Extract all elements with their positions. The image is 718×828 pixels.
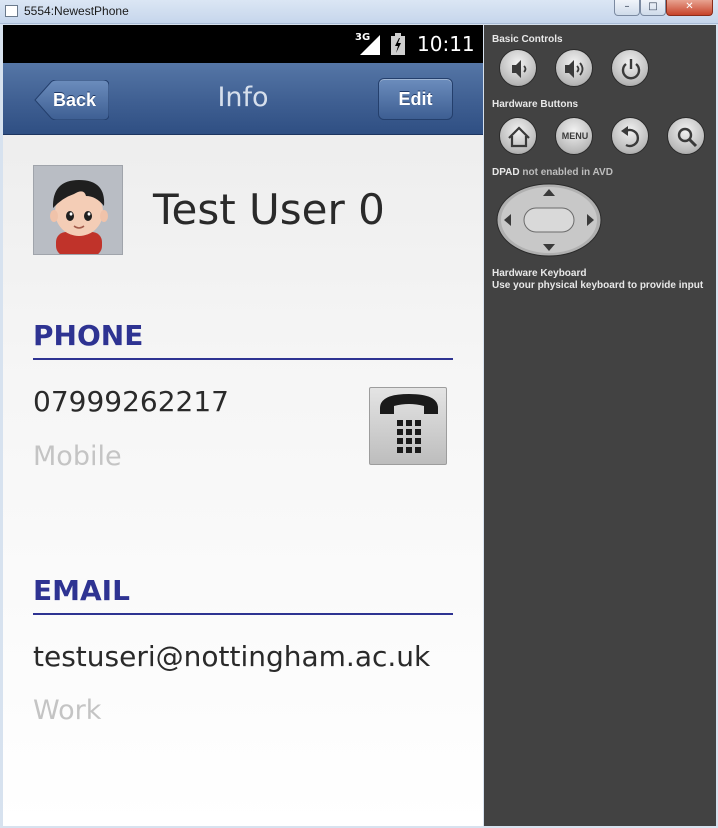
power-button[interactable] [611, 49, 649, 87]
email-section-header: EMAIL [33, 574, 453, 615]
volume-up-icon [565, 60, 584, 78]
volume-down-icon [512, 60, 527, 78]
signal-icon [360, 35, 380, 55]
telephone-keypad-icon [380, 394, 438, 453]
phone-section-header: PHONE [33, 319, 453, 360]
home-button[interactable] [499, 117, 537, 155]
minimize-button[interactable]: – [614, 0, 640, 16]
status-time: 10:11 [417, 32, 475, 56]
status-bar: 3G 10:11 [3, 25, 483, 63]
nav-bar: Back Info Edit [3, 63, 483, 135]
maximize-button[interactable]: □ [640, 0, 666, 16]
window-title: 5554:NewestPhone [24, 4, 129, 18]
dpad-control[interactable] [496, 183, 602, 257]
edit-button[interactable]: Edit [378, 78, 453, 120]
window-titlebar: 5554:NewestPhone – □ ✕ [0, 0, 718, 24]
battery-charging-icon [391, 33, 405, 55]
hardware-keyboard-label: Hardware Keyboard [492, 268, 587, 279]
basic-controls-label: Basic Controls [492, 34, 563, 45]
power-icon [621, 59, 641, 80]
phone-type-label: Mobile [33, 441, 122, 472]
email-type-label: Work [33, 695, 102, 726]
hardware-keyboard-note: Use your physical keyboard to provide in… [492, 280, 704, 291]
back-hardware-button[interactable] [611, 117, 649, 155]
emulator-control-panel: Basic Controls Hardware Buttons MENU DPA… [484, 25, 716, 826]
hardware-buttons-label: Hardware Buttons [492, 99, 579, 110]
avatar [33, 165, 123, 255]
search-hardware-button[interactable] [667, 117, 705, 155]
cartoon-user-avatar-icon [34, 166, 122, 254]
app-window-icon [5, 5, 18, 17]
call-button[interactable] [369, 387, 447, 465]
back-arrow-icon [621, 126, 639, 148]
menu-button-label: MENU [561, 131, 589, 141]
menu-button[interactable]: MENU [555, 117, 593, 155]
phone-screen: 3G 10:11 Back Info Edit Test User 0 PHON… [3, 25, 483, 826]
phone-number[interactable]: 07999262217 [33, 385, 229, 418]
email-address[interactable]: testuseri@nottingham.ac.uk [33, 640, 430, 673]
home-icon [508, 126, 530, 148]
search-icon [677, 127, 698, 148]
dpad-label: DPAD not enabled in AVD [492, 167, 613, 178]
volume-up-button[interactable] [555, 49, 593, 87]
dpad-note: not enabled in AVD [522, 167, 613, 178]
contact-name: Test User 0 [153, 185, 385, 234]
close-button[interactable]: ✕ [666, 0, 713, 16]
dpad-title: DPAD [492, 167, 520, 178]
volume-down-button[interactable] [499, 49, 537, 87]
